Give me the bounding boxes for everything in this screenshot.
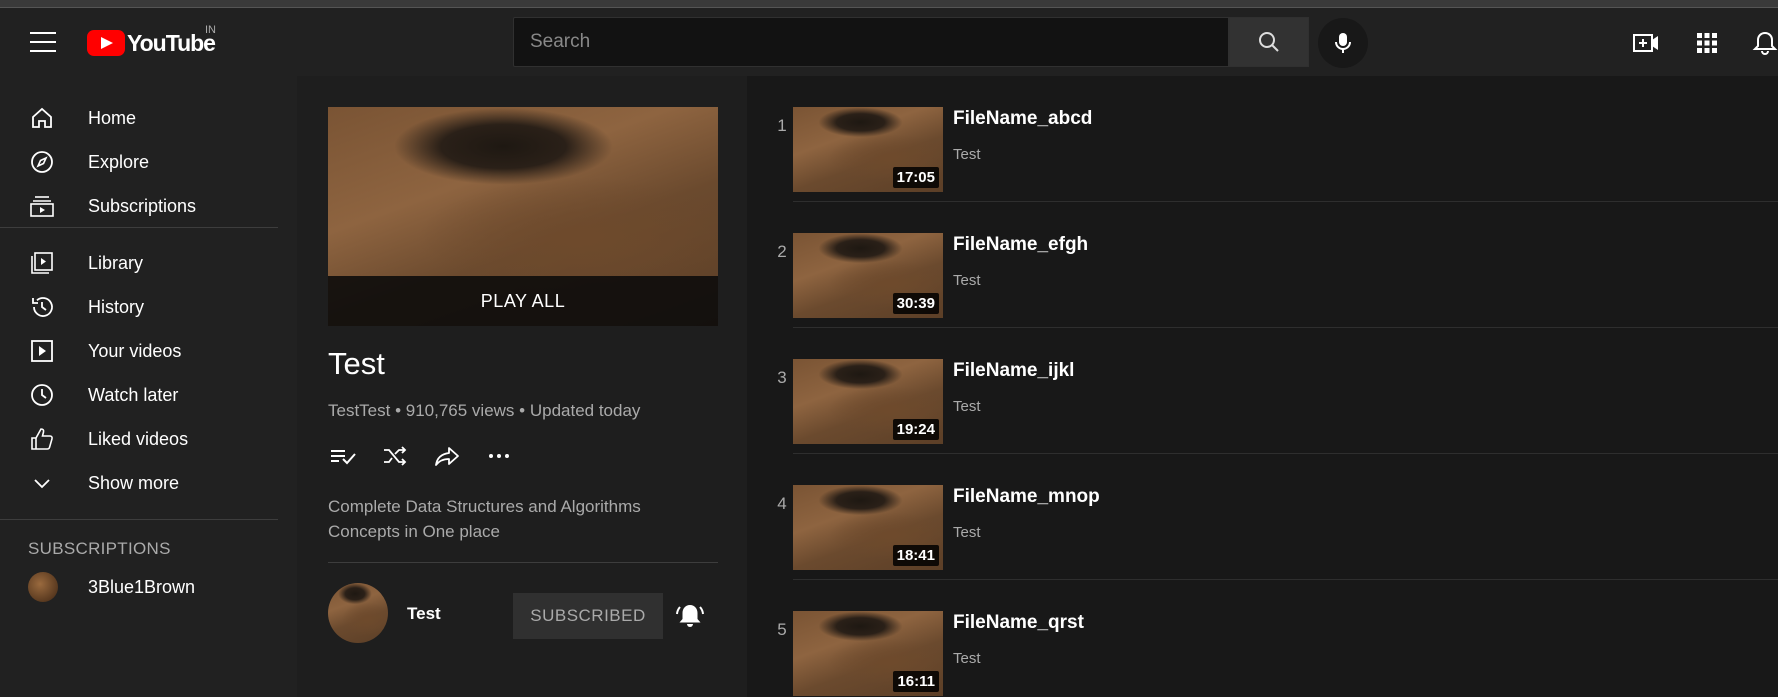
save-playlist-button[interactable] (328, 441, 358, 471)
share-icon (435, 447, 459, 466)
sidebar-item-label: Subscriptions (88, 195, 197, 216)
video-thumbnail[interactable]: 17:05 (793, 107, 943, 192)
playlist-video-row[interactable]: 4 18:41 FileName_mnop Test (747, 454, 1778, 580)
more-options-button[interactable] (484, 441, 514, 471)
guide-sidebar: Home Explore Subscriptions Library Histo… (0, 76, 297, 697)
subscription-channel-3blue1brown[interactable]: 3Blue1Brown (0, 565, 297, 609)
save-playlist-icon (331, 450, 356, 465)
chevron-down-icon (28, 469, 56, 497)
library-icon (28, 249, 56, 277)
youtube-play-logo-icon (87, 30, 125, 56)
shuffle-icon (384, 446, 407, 466)
video-thumbnail[interactable]: 18:41 (793, 485, 943, 570)
sidebar-divider (0, 227, 278, 228)
playlist-video-row[interactable]: 2 30:39 FileName_efgh Test (747, 202, 1778, 328)
search-box (513, 17, 1229, 67)
sidebar-item-liked-videos[interactable]: Liked videos (0, 417, 297, 461)
playlist-divider (328, 562, 718, 563)
voice-search-button[interactable] (1318, 18, 1368, 68)
search-button[interactable] (1229, 17, 1309, 67)
video-duration: 18:41 (892, 545, 939, 566)
video-channel[interactable]: Test (953, 146, 981, 163)
notifications-button[interactable] (1752, 29, 1778, 57)
channel-avatar (28, 572, 58, 602)
playlist-stats: TestTest • 910,765 views • Updated today (328, 401, 641, 420)
sidebar-item-label: Liked videos (88, 428, 189, 449)
home-icon (28, 104, 56, 132)
sidebar-item-history[interactable]: History (0, 285, 297, 329)
sidebar-item-label: Library (88, 252, 144, 273)
sidebar-item-home[interactable]: Home (0, 96, 297, 140)
share-button[interactable] (432, 441, 462, 471)
notification-bell-button[interactable] (674, 600, 706, 632)
search-icon (1259, 32, 1279, 52)
subscriptions-icon (28, 192, 56, 220)
sidebar-item-library[interactable]: Library (0, 241, 297, 285)
video-thumbnail[interactable]: 19:24 (793, 359, 943, 444)
subscription-channel-name: 3Blue1Brown (88, 576, 196, 597)
mic-icon (1335, 33, 1351, 53)
sidebar-item-explore[interactable]: Explore (0, 140, 297, 184)
watch-later-icon (28, 381, 56, 409)
playlist-video-list: 1 17:05 FileName_abcd Test 2 30:39 FileN… (747, 76, 1778, 697)
like-icon (28, 425, 56, 453)
playlist-video-row[interactable]: 5 16:11 FileName_qrst Test (747, 580, 1778, 697)
apps-icon (1697, 33, 1717, 53)
playlist-thumbnail[interactable]: PLAY ALL (328, 107, 718, 326)
subscriptions-heading: SUBSCRIPTIONS (28, 539, 171, 558)
sidebar-item-label: History (88, 296, 145, 317)
video-channel[interactable]: Test (953, 398, 981, 415)
create-button[interactable] (1632, 29, 1660, 57)
playlist-video-row[interactable]: 3 19:24 FileName_ijkl Test (747, 328, 1778, 454)
explore-icon (28, 148, 56, 176)
sidebar-item-your-videos[interactable]: Your videos (0, 329, 297, 373)
sidebar-item-label: Your videos (88, 340, 182, 361)
video-duration: 16:11 (893, 671, 939, 692)
sidebar-item-label: Explore (88, 151, 150, 172)
video-title[interactable]: FileName_efgh (953, 234, 1088, 256)
masthead: YouTube IN (0, 8, 1778, 76)
video-title[interactable]: FileName_ijkl (953, 360, 1074, 382)
video-channel[interactable]: Test (953, 650, 981, 667)
play-all-button[interactable]: PLAY ALL (328, 276, 718, 326)
sidebar-item-label: Home (88, 107, 137, 128)
video-thumbnail[interactable]: 16:11 (793, 611, 943, 696)
owner-avatar[interactable] (328, 583, 388, 643)
create-icon (1633, 34, 1658, 52)
logo-text: YouTube (127, 29, 216, 56)
search-input[interactable] (514, 18, 1228, 66)
apps-button[interactable] (1693, 29, 1721, 57)
video-duration: 30:39 (892, 293, 939, 314)
playlist-video-row[interactable]: 1 17:05 FileName_abcd Test (747, 76, 1778, 202)
owner-name[interactable]: Test (407, 604, 441, 624)
menu-icon[interactable] (30, 32, 56, 52)
video-channel[interactable]: Test (953, 524, 981, 541)
playlist-description: Complete Data Structures and Algorithms … (328, 497, 641, 541)
video-duration: 17:05 (892, 167, 939, 188)
sidebar-item-watch-later[interactable]: Watch later (0, 373, 297, 417)
sidebar-divider (0, 519, 278, 520)
sidebar-item-show-more[interactable]: Show more (0, 461, 297, 505)
sidebar-item-subscriptions[interactable]: Subscriptions (0, 184, 297, 228)
logo-region-code: IN (205, 24, 216, 36)
bell-ringing-icon (676, 605, 704, 627)
your-videos-icon (28, 337, 56, 365)
sidebar-item-label: Watch later (88, 384, 179, 405)
video-title[interactable]: FileName_mnop (953, 486, 1100, 508)
playlist-title[interactable]: Test (328, 346, 385, 382)
shuffle-button[interactable] (380, 441, 410, 471)
video-thumbnail[interactable]: 30:39 (793, 233, 943, 318)
youtube-logo[interactable]: YouTube IN (87, 24, 216, 58)
notifications-icon (1752, 31, 1778, 55)
more-icon (489, 454, 509, 458)
video-duration: 19:24 (892, 419, 939, 440)
playlist-sidebar: PLAY ALL Test TestTest • 910,765 views •… (297, 76, 747, 697)
subscribed-button[interactable]: SUBSCRIBED (513, 593, 663, 639)
video-channel[interactable]: Test (953, 272, 981, 289)
browser-top-edge (0, 0, 1778, 8)
history-icon (28, 293, 56, 321)
video-title[interactable]: FileName_qrst (953, 612, 1084, 634)
video-title[interactable]: FileName_abcd (953, 108, 1092, 130)
sidebar-item-label: Show more (88, 472, 180, 493)
